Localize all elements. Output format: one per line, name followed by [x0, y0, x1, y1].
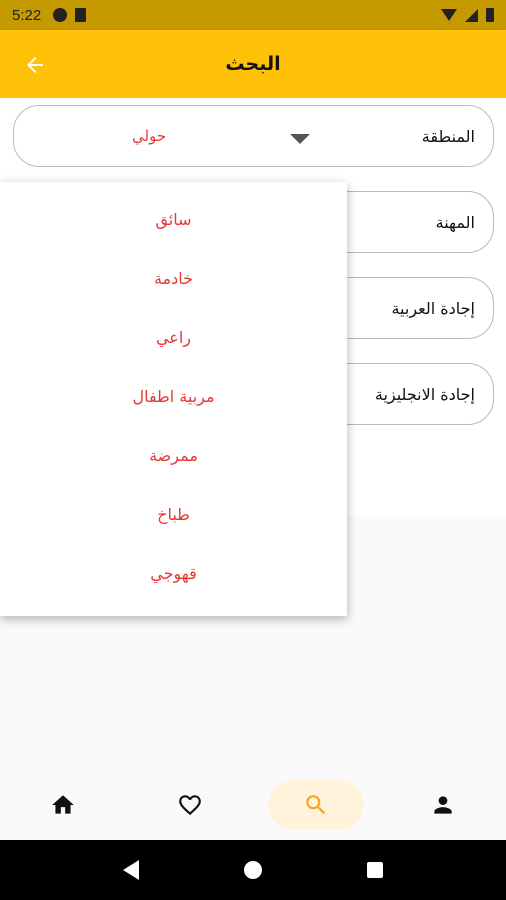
system-nav-bar — [0, 840, 506, 900]
search-icon — [306, 795, 326, 815]
menu-item-nurse[interactable]: ممرضة — [0, 426, 347, 485]
menu-item-coffee-server[interactable]: قهوجي — [0, 544, 347, 603]
status-bar: 5:22 — [0, 0, 506, 30]
battery-icon — [486, 8, 494, 22]
menu-item-maid[interactable]: خادمة — [0, 249, 347, 308]
nav-profile[interactable] — [395, 780, 491, 830]
region-value: حولي — [132, 127, 167, 145]
menu-item-cook[interactable]: طباخ — [0, 485, 347, 544]
status-time: 5:22 — [12, 6, 42, 24]
menu-item-driver[interactable]: سائق — [0, 190, 347, 249]
nav-favorites[interactable] — [142, 780, 238, 830]
dropdown-caret-icon — [290, 134, 310, 144]
region-dropdown[interactable]: المنطقة حولي — [13, 105, 494, 167]
page-title: البحث — [225, 53, 281, 75]
menu-item-shepherd[interactable]: راعي — [0, 308, 347, 367]
person-icon — [434, 796, 452, 814]
arrow-back-icon — [27, 57, 43, 73]
back-button[interactable] — [22, 52, 48, 78]
wifi-icon — [441, 9, 457, 21]
system-recents-icon[interactable] — [367, 862, 384, 878]
sd-card-icon — [75, 8, 87, 22]
profession-menu: سائق خادمة راعي مربية اطفال ممرضة طباخ ق… — [0, 182, 347, 616]
english-label: إجادة الانجليزية — [374, 384, 475, 404]
bottom-nav — [0, 770, 506, 840]
menu-item-nanny[interactable]: مربية اطفال — [0, 367, 347, 426]
data-saver-icon — [53, 8, 68, 22]
app-bar: البحث — [0, 30, 506, 98]
nav-home[interactable] — [15, 780, 111, 830]
favorite-icon — [178, 795, 201, 816]
system-home-icon[interactable] — [243, 861, 262, 879]
profession-label: المهنة — [435, 212, 475, 232]
arabic-label: إجادة العربية — [391, 298, 475, 318]
signal-icon — [465, 8, 478, 22]
home-icon — [52, 795, 75, 814]
system-back-icon[interactable] — [122, 860, 139, 880]
nav-search[interactable] — [268, 780, 365, 830]
region-label: المنطقة — [421, 126, 475, 146]
